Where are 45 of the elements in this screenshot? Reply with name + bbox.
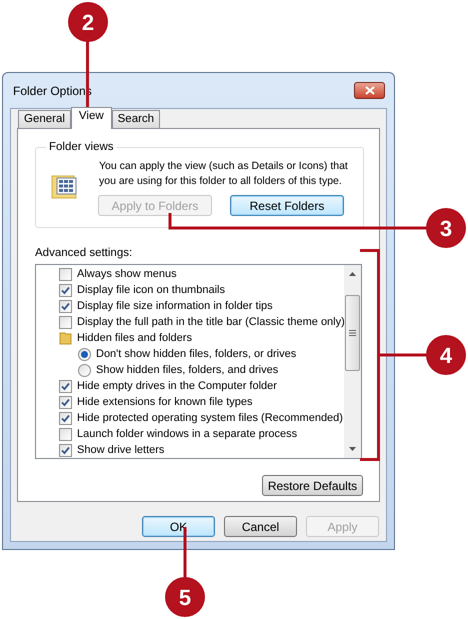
section-label: Advanced settings: [35,246,134,261]
checkbox[interactable] [59,284,72,297]
description-text: You can apply the view (such as Details or Icons) that you are using for this folder to all folders of this type. [99,159,349,190]
scrollbar-thumb[interactable] [345,295,360,372]
leader-line [380,354,428,356]
radio-button[interactable] [78,364,91,377]
checkbox[interactable] [59,268,72,281]
checkbox[interactable] [59,428,72,441]
checkbox[interactable] [59,396,72,409]
folder-icon [59,331,72,346]
tab[interactable]: Search [112,110,160,128]
group-title: Folder views [48,140,115,155]
option-label: Display the full path in the title bar (Classic theme only) [77,315,344,330]
option-label: Launch folder windows in a separate process [77,427,298,442]
option-label: Display file size information in folder tips [77,299,273,314]
option-label: Show drive letters [77,443,164,458]
scroll-down-icon[interactable] [349,447,356,452]
callout-badge: 5 [165,577,205,617]
radio-button[interactable] [78,348,91,361]
callout-badge: 3 [426,208,466,248]
tab[interactable]: General [18,110,71,128]
dialog-button[interactable]: Cancel [224,516,297,537]
close-icon [364,86,374,95]
tab[interactable]: View [70,107,112,129]
checkbox[interactable] [59,412,72,425]
option-group-label: Hidden files and folders [77,331,192,346]
option-label: Hide empty drives in the Computer folder [77,379,277,394]
close-button[interactable] [354,82,385,99]
option-label: Hide protected operating system files (Recommended) [77,411,343,426]
option-label: Display file icon on thumbnails [77,283,225,298]
scroll-up-icon[interactable] [349,272,356,276]
grip-icon [349,330,356,336]
checkbox[interactable] [59,380,72,393]
restore-button[interactable]: Restore Defaults [262,475,363,496]
option-label: Always show menus [77,267,177,282]
callout-badge: 2 [68,2,108,42]
checkbox[interactable] [59,300,72,313]
dialog-button[interactable]: Reset Folders [230,195,344,216]
option-label: Show hidden files, folders, and drives [96,363,278,378]
option-label: Hide extensions for known file types [77,395,252,410]
callout-badge: 4 [426,335,466,375]
option-label: Don't show hidden files, folders, or drives [96,347,296,362]
checkbox[interactable] [59,316,72,329]
checkbox[interactable] [59,444,72,457]
scrollbar[interactable] [344,265,361,458]
